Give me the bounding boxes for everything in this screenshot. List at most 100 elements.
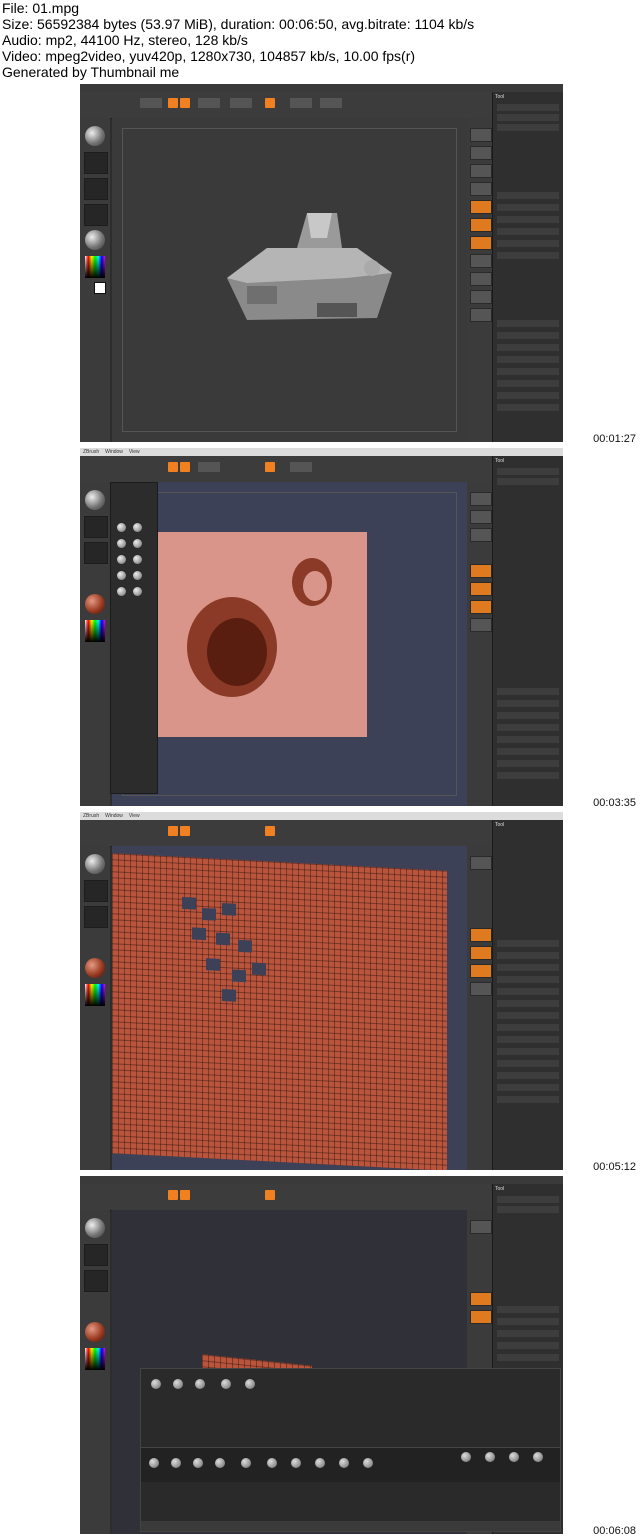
- color-swatch[interactable]: [94, 282, 106, 294]
- scroll-button[interactable]: [470, 164, 492, 178]
- floor-button[interactable]: [470, 582, 492, 596]
- texture-icon[interactable]: [84, 204, 108, 226]
- tool-row[interactable]: [497, 104, 559, 111]
- tool-row[interactable]: [497, 736, 559, 743]
- brush-thumb[interactable]: [173, 1379, 183, 1389]
- tool-row[interactable]: [497, 1060, 559, 1067]
- brush-thumb[interactable]: [133, 571, 142, 580]
- tool-row[interactable]: [497, 1036, 559, 1043]
- zoom3d-button[interactable]: [470, 290, 492, 304]
- brush-thumb[interactable]: [221, 1379, 231, 1389]
- brush-thumb[interactable]: [133, 539, 142, 548]
- alpha-icon[interactable]: [84, 178, 108, 200]
- tool-row[interactable]: [497, 1196, 559, 1203]
- tool-row[interactable]: [497, 976, 559, 983]
- brush-thumb[interactable]: [149, 1458, 159, 1468]
- move-button[interactable]: [198, 98, 220, 108]
- persp-button[interactable]: [470, 564, 492, 578]
- edit-mode-button[interactable]: [180, 98, 190, 108]
- brush-thumb[interactable]: [363, 1458, 373, 1468]
- zadd-button[interactable]: [265, 462, 275, 472]
- draw-mode-button[interactable]: [168, 98, 178, 108]
- zadd-button[interactable]: [265, 826, 275, 836]
- brush-thumb[interactable]: [461, 1452, 471, 1462]
- scroll-button[interactable]: [470, 528, 492, 542]
- brush-thumb[interactable]: [267, 1458, 277, 1468]
- tool-row[interactable]: [497, 332, 559, 339]
- local-button[interactable]: [470, 964, 492, 978]
- stroke-icon[interactable]: [84, 1244, 108, 1266]
- brush-thumb[interactable]: [241, 1458, 251, 1468]
- tool-row[interactable]: [497, 114, 559, 121]
- menu-item-view[interactable]: View: [129, 813, 140, 819]
- brush-thumb[interactable]: [339, 1458, 349, 1468]
- brush-thumb[interactable]: [151, 1379, 161, 1389]
- tool-row[interactable]: [497, 1354, 559, 1361]
- tool-row[interactable]: [497, 468, 559, 475]
- canvas-viewport[interactable]: [112, 118, 467, 442]
- floor-button[interactable]: [470, 218, 492, 232]
- subtool-row[interactable]: [497, 240, 559, 247]
- stroke-icon[interactable]: [84, 880, 108, 902]
- tool-row[interactable]: [497, 1012, 559, 1019]
- brush-thumb[interactable]: [133, 523, 142, 532]
- tool-row[interactable]: [497, 988, 559, 995]
- color-picker-icon[interactable]: [85, 984, 105, 1006]
- tool-row[interactable]: [497, 124, 559, 131]
- tool-row[interactable]: [497, 1000, 559, 1007]
- tool-row[interactable]: [497, 1318, 559, 1325]
- brush-thumb[interactable]: [509, 1452, 519, 1462]
- zadd-button[interactable]: [265, 1190, 275, 1200]
- subtool-row[interactable]: [497, 192, 559, 199]
- tool-row[interactable]: [497, 478, 559, 485]
- frame-button[interactable]: [470, 618, 492, 632]
- floor-button[interactable]: [470, 946, 492, 960]
- persp-button[interactable]: [470, 1292, 492, 1306]
- tool-row[interactable]: [497, 1048, 559, 1055]
- menu-item-zbrush[interactable]: ZBrush: [83, 449, 99, 455]
- material-icon[interactable]: [85, 594, 105, 614]
- tool-row[interactable]: [497, 320, 559, 327]
- tool-row[interactable]: [497, 688, 559, 695]
- tool-row[interactable]: [497, 1024, 559, 1031]
- brush-thumb[interactable]: [117, 539, 126, 548]
- persp-button[interactable]: [470, 200, 492, 214]
- menu-item-window[interactable]: Window: [105, 813, 123, 819]
- edit-mode-button[interactable]: [180, 1190, 190, 1200]
- bpr-button[interactable]: [470, 856, 492, 870]
- rgb-intensity-slider[interactable]: [290, 98, 312, 108]
- tool-row[interactable]: [497, 712, 559, 719]
- brush-thumb[interactable]: [291, 1458, 301, 1468]
- tool-row[interactable]: [497, 1306, 559, 1313]
- tool-row[interactable]: [497, 952, 559, 959]
- tool-row[interactable]: [497, 1342, 559, 1349]
- tool-row[interactable]: [497, 392, 559, 399]
- brush-icon[interactable]: [85, 490, 105, 510]
- stroke-icon[interactable]: [84, 516, 108, 538]
- persp-button[interactable]: [470, 928, 492, 942]
- subtool-row[interactable]: [497, 204, 559, 211]
- move-button[interactable]: [198, 462, 220, 472]
- spix-button[interactable]: [470, 510, 492, 524]
- tool-row[interactable]: [497, 748, 559, 755]
- frame-button[interactable]: [470, 254, 492, 268]
- tool-row[interactable]: [497, 404, 559, 411]
- spix-button[interactable]: [470, 146, 492, 160]
- brush-thumb[interactable]: [117, 555, 126, 564]
- material-icon[interactable]: [85, 230, 105, 250]
- floor-button[interactable]: [470, 1310, 492, 1324]
- canvas-viewport[interactable]: [112, 846, 467, 1170]
- alpha-icon[interactable]: [84, 1270, 108, 1292]
- bpr-button[interactable]: [470, 1220, 492, 1234]
- draw-mode-button[interactable]: [168, 1190, 178, 1200]
- bpr-button[interactable]: [470, 128, 492, 142]
- tool-row[interactable]: [497, 344, 559, 351]
- draw-mode-button[interactable]: [168, 462, 178, 472]
- tool-row[interactable]: [497, 1330, 559, 1337]
- local-button[interactable]: [470, 600, 492, 614]
- brush-thumb[interactable]: [215, 1458, 225, 1468]
- subtool-row[interactable]: [497, 252, 559, 259]
- tool-row[interactable]: [497, 760, 559, 767]
- tool-row[interactable]: [497, 724, 559, 731]
- brush-thumb[interactable]: [133, 587, 142, 596]
